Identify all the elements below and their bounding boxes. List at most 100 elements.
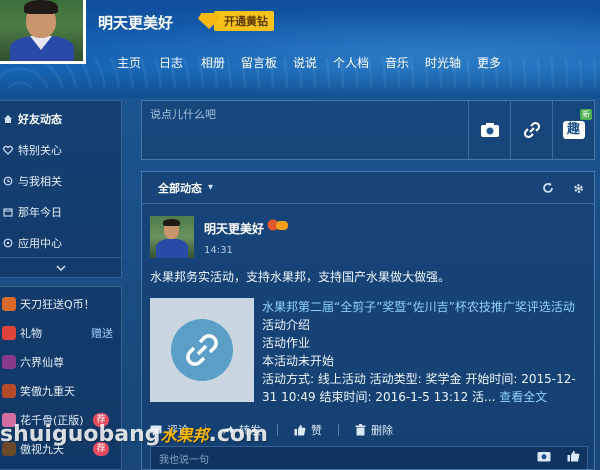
like-label: 赞: [311, 424, 322, 437]
recommend-badge: 荐: [93, 412, 109, 427]
post-time: 14:31: [204, 245, 233, 256]
read-more-link[interactable]: 查看全文: [499, 390, 547, 404]
feed-header: 全部动态 ▾: [142, 172, 594, 204]
sidebar-app-label: 天刀狂送Q币！: [20, 297, 95, 311]
nav-timeline[interactable]: 时光轴: [418, 54, 468, 71]
clock-icon: [2, 206, 14, 218]
sidebar-app-item[interactable]: 傲视九天 荐: [0, 434, 121, 463]
gift-icon: [2, 325, 16, 340]
publisher-tools: 趣 新: [468, 101, 594, 159]
profile-avatar[interactable]: [0, 0, 86, 64]
fun-button[interactable]: 趣 新: [552, 101, 594, 159]
gear-icon[interactable]: [570, 180, 586, 196]
sidebar-apps: 天刀狂送Q币！ 礼物 赠送 六界仙尊 笑傲九重天 花千骨(正版) 荐 傲视九天 …: [0, 286, 122, 470]
nav-music[interactable]: 音乐: [376, 54, 418, 71]
post-actions: 评论 转发 赞 删除: [150, 420, 393, 440]
gift-send-link[interactable]: 赠送: [91, 325, 113, 341]
sidebar-item-label: 与我相关: [18, 174, 62, 188]
trash-icon: [355, 424, 366, 436]
sidebar-app-label: 傲视九天: [20, 442, 64, 456]
sidebar-app-item[interactable]: 笑傲九重天: [0, 376, 121, 405]
main-nav: 主页 日志 相册 留言板 说说 个人档 音乐 时光轴 更多: [108, 54, 510, 71]
sidebar-app-item[interactable]: 天刀狂送Q币！: [0, 289, 121, 318]
recommend-badge: 荐: [93, 441, 109, 456]
grid-icon: [2, 237, 14, 249]
nav-home[interactable]: 主页: [108, 54, 150, 71]
comment-input-bar[interactable]: 我也说一句: [150, 446, 588, 469]
sidebar-app-item[interactable]: 花千骨(正版) 荐: [0, 405, 121, 434]
vip-open-label: 开通黄钻: [214, 11, 274, 31]
fun-icon: 趣: [562, 121, 585, 139]
post-author-name[interactable]: 明天更美好: [204, 220, 264, 237]
refresh-icon[interactable]: [540, 180, 556, 196]
forward-icon: [223, 425, 234, 435]
nav-profile-info[interactable]: 个人档: [326, 54, 376, 71]
feed-panel: 全部动态 ▾ 明天更美好 14:31 水果邦务实活动，支持水果邦，支持国产水果做…: [141, 171, 595, 470]
sidebar-app-label: 六界仙尊: [20, 355, 64, 369]
add-link-button[interactable]: [510, 101, 552, 159]
sidebar-app-label: 礼物: [20, 326, 42, 340]
delete-label: 删除: [371, 424, 393, 437]
game-icon: [2, 383, 16, 398]
game-icon: [2, 441, 16, 456]
nav-guestbook[interactable]: 留言板: [234, 54, 284, 71]
link-line: 活动作业: [262, 336, 311, 350]
sidebar-feed-nav: 好友动态 特别关心 与我相关 那年今日 应用中心: [0, 100, 122, 278]
post-author-avatar[interactable]: [150, 216, 194, 258]
vip-open-button[interactable]: 开通黄钻: [198, 11, 278, 31]
sidebar-item-app-center[interactable]: 应用中心: [0, 227, 121, 258]
game-icon: [2, 296, 16, 311]
like-button[interactable]: 赞: [294, 422, 322, 438]
link-title[interactable]: 水果邦第二届“全剪子”奖暨“佐川吉”杯农技推广奖评选活动: [262, 298, 588, 316]
sidebar-item-this-day[interactable]: 那年今日: [0, 196, 121, 227]
sidebar-item-label: 好友动态: [18, 112, 62, 126]
nav-shuoshuo[interactable]: 说说: [284, 54, 326, 71]
sidebar-item-label: 那年今日: [18, 205, 62, 219]
nav-blog[interactable]: 日志: [150, 54, 192, 71]
nav-more[interactable]: 更多: [468, 54, 510, 71]
link-thumbnail: [150, 298, 254, 402]
link-icon: [186, 334, 218, 366]
add-photo-button[interactable]: [468, 101, 510, 159]
profile-header: 明天更美好 开通黄钻 主页 日志 相册 留言板 说说 个人档 音乐 时光轴 更多: [0, 0, 600, 98]
bell-icon: [2, 175, 14, 187]
camera-icon[interactable]: [537, 450, 551, 462]
game-icon: [2, 412, 16, 427]
sidebar-app-item[interactable]: 礼物 赠送: [0, 318, 121, 347]
vip-level-badge-icon: [267, 219, 288, 231]
new-badge: 新: [580, 109, 592, 120]
camera-icon: [480, 123, 499, 137]
profile-username[interactable]: 明天更美好: [98, 12, 173, 33]
comment-label: 评论: [167, 424, 189, 437]
link-line: 本活动未开始: [262, 354, 335, 368]
delete-button[interactable]: 删除: [355, 422, 393, 438]
thumbs-up-icon[interactable]: [567, 450, 581, 462]
comment-icon: [150, 425, 162, 436]
heart-icon: [2, 144, 14, 156]
comment-button[interactable]: 评论: [150, 422, 189, 438]
link-detail: 活动方式: 线上活动 活动类型: 奖学金 开始时间: 2015-12-31 10…: [262, 370, 580, 406]
sidebar-expand-button[interactable]: [0, 257, 121, 277]
forward-button[interactable]: 转发: [222, 422, 261, 438]
sidebar-item-friend-feed[interactable]: 好友动态: [0, 103, 121, 134]
link-icon: [523, 121, 540, 139]
chevron-down-icon[interactable]: ▾: [208, 182, 213, 193]
nav-album[interactable]: 相册: [192, 54, 234, 71]
home-icon: [2, 113, 14, 125]
sidebar-item-label: 应用中心: [18, 236, 62, 250]
sidebar-item-related[interactable]: 与我相关: [0, 165, 121, 196]
sidebar-item-label: 特别关心: [18, 143, 62, 157]
sidebar-item-special-care[interactable]: 特别关心: [0, 134, 121, 165]
game-icon: [2, 354, 16, 369]
status-input[interactable]: 说点儿什么吧: [150, 106, 216, 122]
forward-label: 转发: [239, 424, 261, 437]
comment-input[interactable]: 我也说一句: [159, 451, 209, 466]
thumbs-up-icon: [294, 424, 306, 436]
chevron-down-icon: [55, 264, 66, 271]
feed-filter-dropdown[interactable]: 全部动态: [158, 180, 202, 196]
sidebar-app-item[interactable]: 六界仙尊: [0, 347, 121, 376]
shared-link-card[interactable]: 水果邦第二届“全剪子”奖暨“佐川吉”杯农技推广奖评选活动 活动介绍 活动作业 本…: [150, 298, 588, 404]
sidebar-app-label: 笑傲九重天: [20, 384, 75, 398]
post-text: 水果邦务实活动，支持水果邦，支持国产水果做大做强。: [150, 270, 451, 284]
link-line: 活动介绍: [262, 318, 311, 332]
